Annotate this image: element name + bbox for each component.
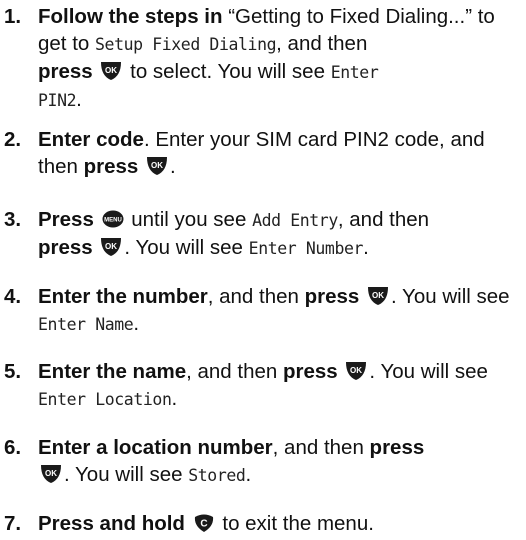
step-number: 1. — [4, 5, 22, 28]
step-text: Enter the name, and then press OK . You w… — [38, 358, 520, 413]
key-label: OK — [372, 291, 384, 300]
step-text: Enter code. Enter your SIM card PIN2 cod… — [38, 126, 520, 180]
step-number: 2. — [4, 128, 22, 151]
step-action: Press and hold — [38, 512, 185, 535]
ok-key-icon: OK — [100, 61, 122, 81]
display-text: Enter Number — [248, 239, 364, 258]
step-action: Enter the name — [38, 360, 187, 383]
text: , and then — [337, 208, 430, 231]
text: , and then — [186, 360, 283, 383]
text: until you see — [125, 208, 253, 231]
display-text: Enter Name — [38, 315, 134, 334]
step-number: 6. — [4, 436, 22, 459]
step-number: 4. — [4, 285, 22, 308]
step-text: Press MENU until you see Add Entry, and … — [38, 206, 520, 262]
step-text: Enter the number, and then press OK . You… — [38, 283, 520, 338]
step-number: 3. — [4, 208, 22, 231]
step-action: press — [304, 285, 360, 308]
key-label: OK — [350, 366, 362, 375]
text: . You will see — [369, 360, 488, 383]
text: . — [245, 463, 252, 486]
text: . You will see — [64, 463, 189, 486]
text: , and then — [207, 285, 305, 308]
menu-key-icon: MENU — [102, 209, 124, 229]
display-text: Setup Fixed Dialing — [95, 35, 277, 54]
step-action: Enter a location number — [38, 436, 273, 459]
step-text: Press and hold C to exit the menu. — [38, 510, 520, 537]
step-4: 4. Enter the number, and then press OK . … — [0, 283, 520, 338]
step-2: 2. Enter code. Enter your SIM card PIN2 … — [0, 126, 520, 180]
display-text: Enter Location — [38, 390, 172, 409]
text: . — [76, 88, 82, 111]
step-text: Follow the steps in “Getting to Fixed Di… — [38, 3, 520, 114]
step-action: press — [283, 360, 338, 383]
ok-key-icon: OK — [40, 464, 62, 484]
text: . — [170, 155, 176, 178]
step-6: 6. Enter a location number, and then pre… — [0, 434, 520, 489]
text: . — [133, 312, 140, 335]
text: . You will see — [124, 236, 249, 259]
step-number: 5. — [4, 360, 22, 383]
ok-key-icon: OK — [146, 156, 168, 176]
display-text: Add Entry — [252, 211, 338, 230]
step-action: press — [83, 155, 139, 178]
key-label: OK — [151, 161, 163, 170]
step-action: press — [369, 436, 425, 459]
text: to exit the menu. — [216, 512, 374, 535]
ok-key-icon: OK — [100, 237, 122, 257]
text: . You will see — [391, 285, 510, 308]
step-7: 7. Press and hold C to exit the menu. — [0, 510, 520, 537]
step-5: 5. Enter the name, and then press OK . Yo… — [0, 358, 520, 413]
step-action: Enter code — [38, 128, 144, 151]
instruction-list: 1. Follow the steps in “Getting to Fixed… — [0, 0, 526, 540]
step-action: Press — [38, 208, 94, 231]
step-action: Follow the steps in — [38, 5, 223, 28]
ok-key-icon: OK — [345, 361, 367, 381]
key-label: OK — [105, 66, 117, 75]
text: , and then — [276, 32, 368, 55]
step-1: 1. Follow the steps in “Getting to Fixed… — [0, 3, 520, 114]
text: . — [363, 236, 369, 259]
ok-key-icon: OK — [367, 286, 389, 306]
step-action: press — [38, 60, 93, 83]
step-action: press — [38, 236, 93, 259]
key-label: OK — [105, 242, 117, 251]
text: , and then — [272, 436, 370, 459]
text: to select. You will see — [124, 60, 331, 83]
clear-key-icon: C — [193, 513, 215, 533]
display-text: Enter — [330, 63, 379, 82]
step-text: Enter a location number, and then press O… — [38, 434, 520, 489]
display-text: Stored — [188, 466, 246, 485]
step-3: 3. Press MENU until you see Add Entry, a… — [0, 206, 520, 262]
key-label: MENU — [104, 218, 122, 224]
step-action: Enter the number — [38, 285, 208, 308]
key-label: OK — [45, 469, 57, 478]
key-label: C — [200, 519, 207, 530]
step-number: 7. — [4, 512, 22, 535]
display-text: PIN2 — [38, 91, 77, 110]
text: . — [171, 387, 178, 410]
